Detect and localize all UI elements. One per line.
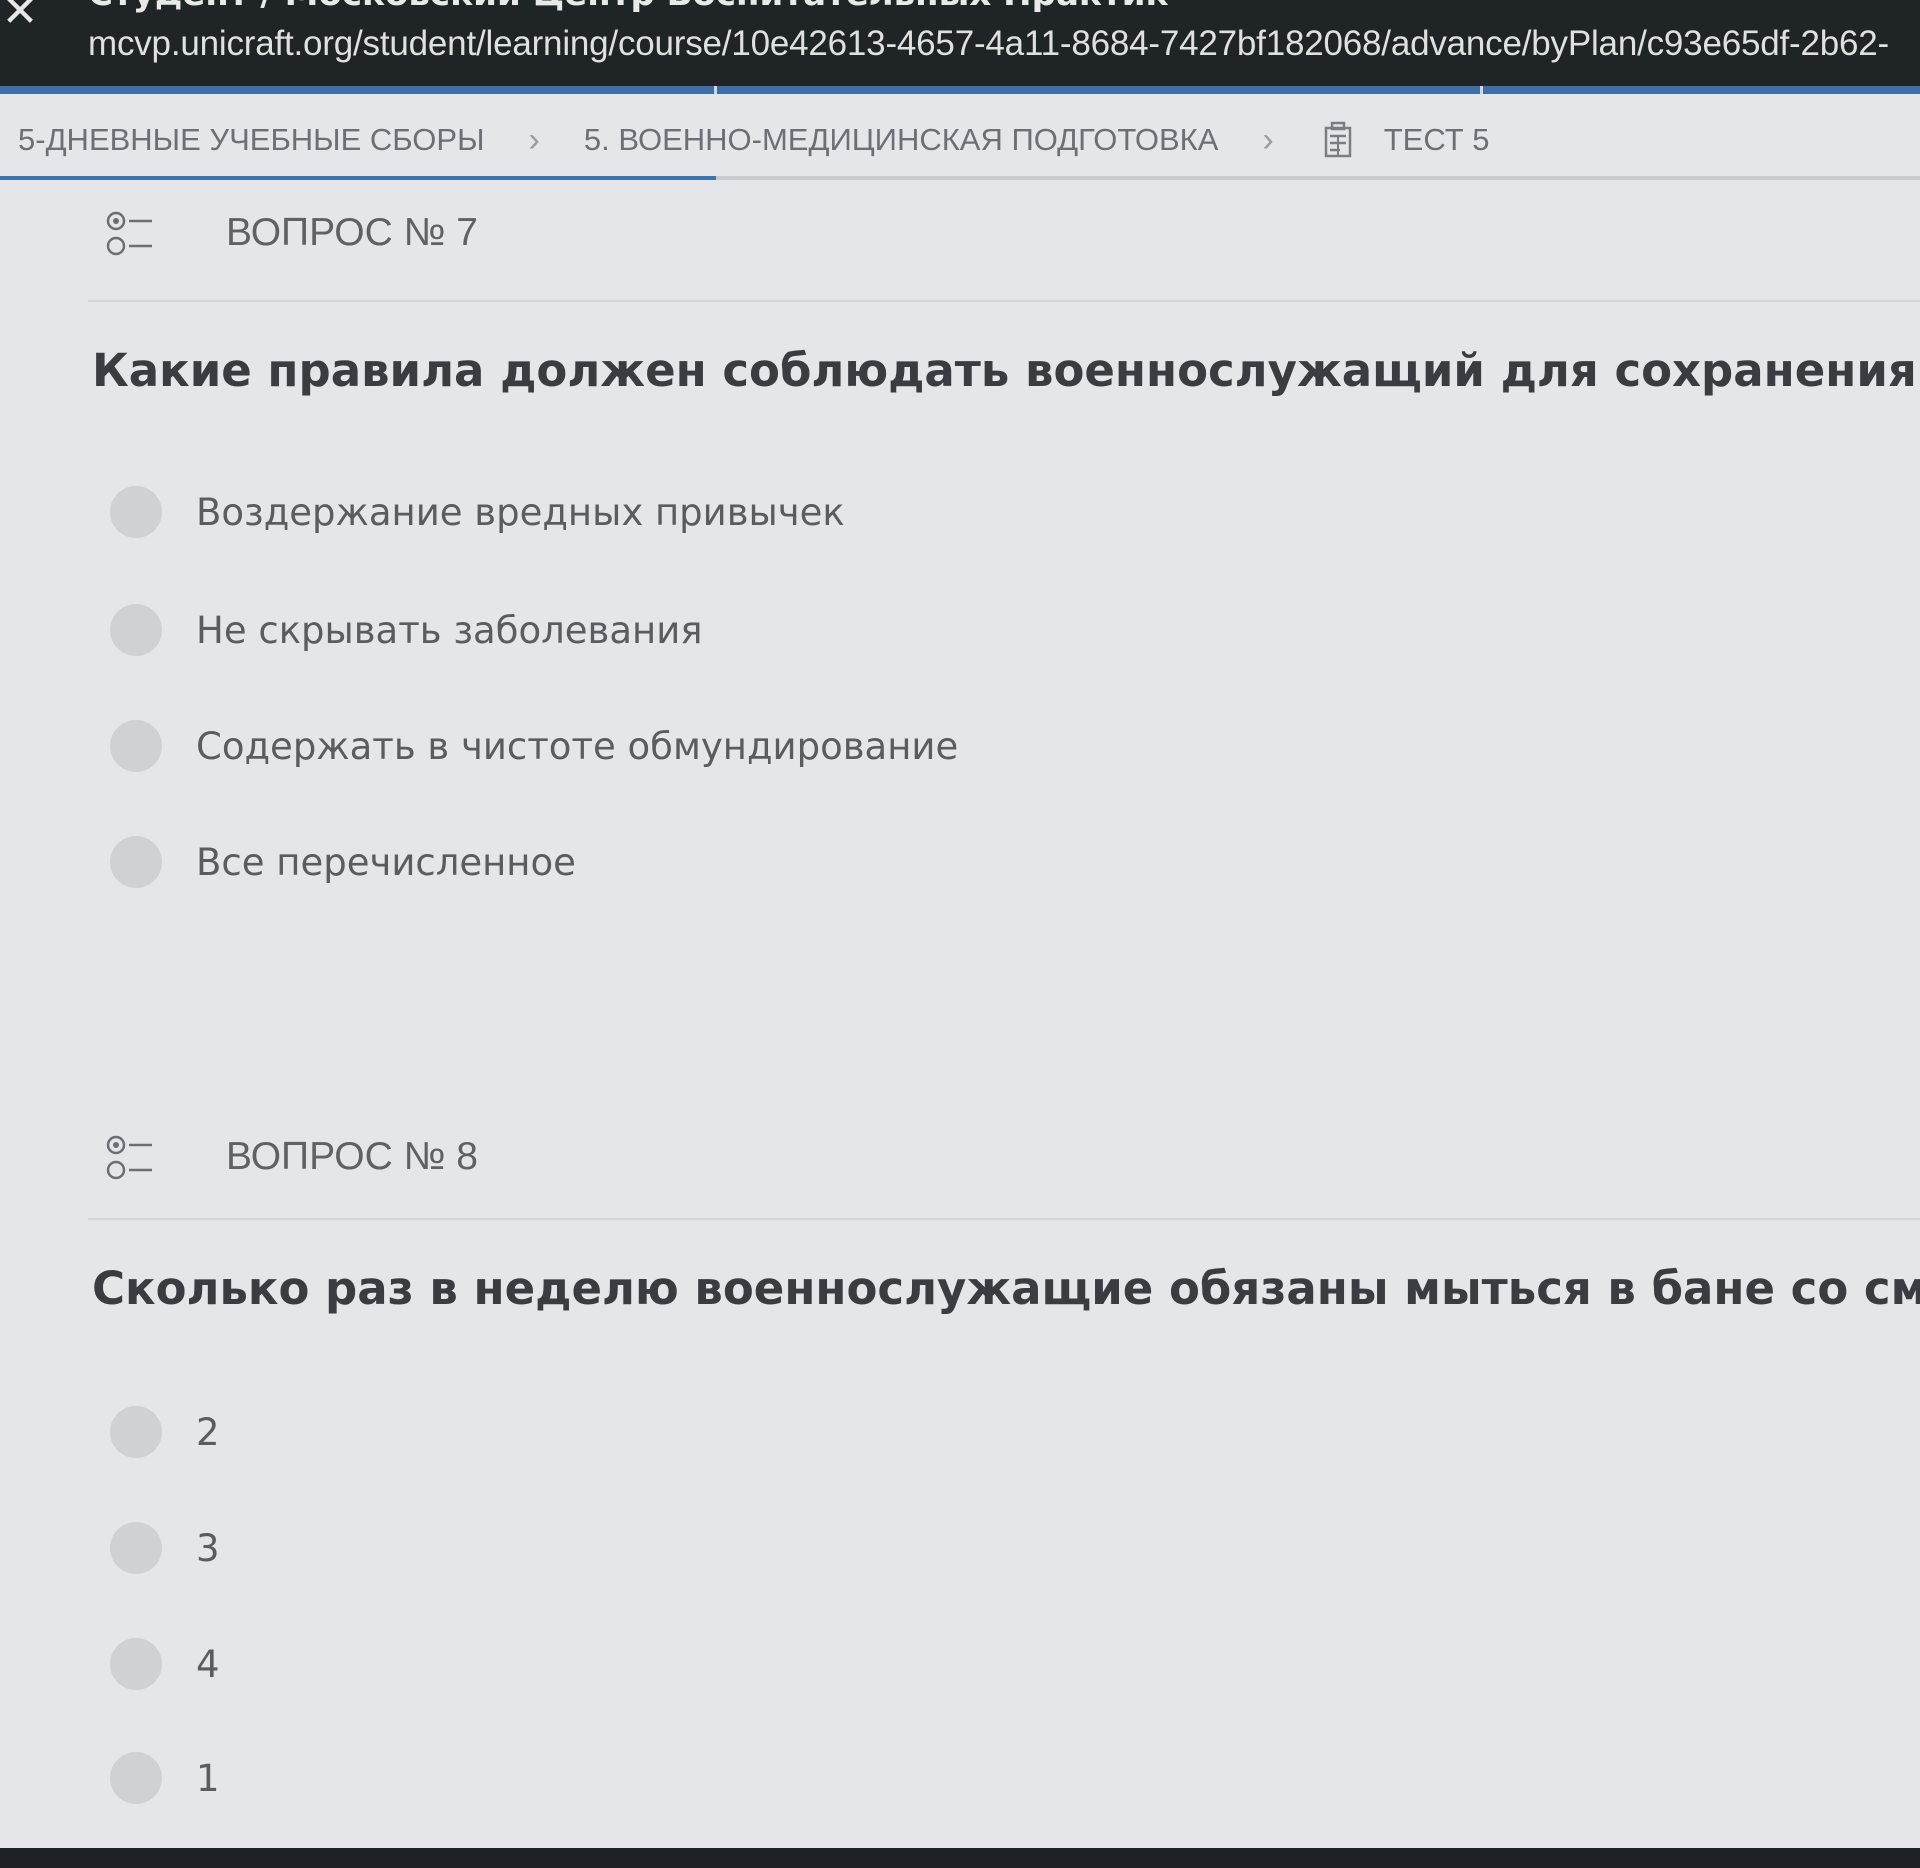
question-number: ВОПРОС № 8	[226, 1135, 478, 1178]
breadcrumb-item-course[interactable]: 5-ДНЕВНЫЕ УЧЕБНЫЕ СБОРЫ	[18, 122, 485, 158]
answer-label: Воздержание вредных привычек	[196, 490, 845, 534]
radio-button[interactable]	[110, 720, 162, 772]
radio-list-icon	[106, 211, 152, 256]
divider	[88, 1218, 1920, 1220]
radio-list-icon	[106, 1135, 152, 1180]
progress-tick	[1480, 86, 1483, 94]
answer-label: Не скрывать заболевания	[196, 608, 703, 652]
close-icon[interactable]: ✕	[0, 0, 40, 34]
active-tab-indicator	[0, 176, 716, 180]
answer-option[interactable]: Не скрывать заболевания	[110, 604, 703, 656]
breadcrumb-item-test[interactable]: ТЕСТ 5	[1384, 122, 1490, 158]
divider	[88, 300, 1920, 302]
answer-label: 2	[196, 1410, 220, 1454]
bottom-bezel	[0, 1848, 1920, 1868]
radio-button[interactable]	[110, 1752, 162, 1804]
page-title: Студент / Московский Центр Воспитательны…	[88, 0, 1169, 14]
answer-option[interactable]: 3	[110, 1522, 220, 1574]
answer-label: 1	[196, 1756, 220, 1800]
radio-button[interactable]	[110, 1522, 162, 1574]
progress-tick	[714, 86, 717, 94]
answer-option[interactable]: 1	[110, 1752, 220, 1804]
question-header: ВОПРОС № 8	[106, 1132, 478, 1182]
question-text: Какие правила должен соблюдать военнослу…	[92, 344, 1920, 397]
answer-option[interactable]: 2	[110, 1406, 220, 1458]
answer-label: Все перечисленное	[196, 840, 576, 884]
address-bar-url[interactable]: mcvp.unicraft.org/student/learning/cours…	[88, 24, 1889, 64]
breadcrumb-underline	[0, 176, 1920, 180]
radio-button[interactable]	[110, 1638, 162, 1690]
radio-button[interactable]	[110, 486, 162, 538]
question-text: Сколько раз в неделю военнослужащие обяз…	[92, 1262, 1920, 1315]
answer-option[interactable]: Воздержание вредных привычек	[110, 486, 845, 538]
breadcrumb-item-module[interactable]: 5. ВОЕННО-МЕДИЦИНСКАЯ ПОДГОТОВКА	[584, 122, 1219, 158]
test-sheet-icon	[1324, 121, 1351, 158]
chevron-right-icon: ›	[528, 120, 540, 159]
loading-progress-bar	[0, 86, 1920, 94]
answer-label: 3	[196, 1526, 220, 1570]
browser-topbar: ✕ Студент / Московский Центр Воспитатель…	[0, 0, 1920, 94]
question-number: ВОПРОС № 7	[226, 211, 478, 254]
radio-button[interactable]	[110, 1406, 162, 1458]
answer-option[interactable]: Содержать в чистоте обмундирование	[110, 720, 958, 772]
answer-label: Содержать в чистоте обмундирование	[196, 724, 959, 768]
chevron-right-icon: ›	[1262, 120, 1274, 159]
answer-option[interactable]: Все перечисленное	[110, 836, 576, 888]
answer-label: 4	[196, 1642, 220, 1686]
breadcrumb: 5-ДНЕВНЫЕ УЧЕБНЫЕ СБОРЫ › 5. ВОЕННО-МЕДИ…	[0, 100, 1920, 180]
answer-option[interactable]: 4	[110, 1638, 220, 1690]
radio-button[interactable]	[110, 604, 162, 656]
radio-button[interactable]	[110, 836, 162, 888]
question-header: ВОПРОС № 7	[106, 208, 478, 258]
